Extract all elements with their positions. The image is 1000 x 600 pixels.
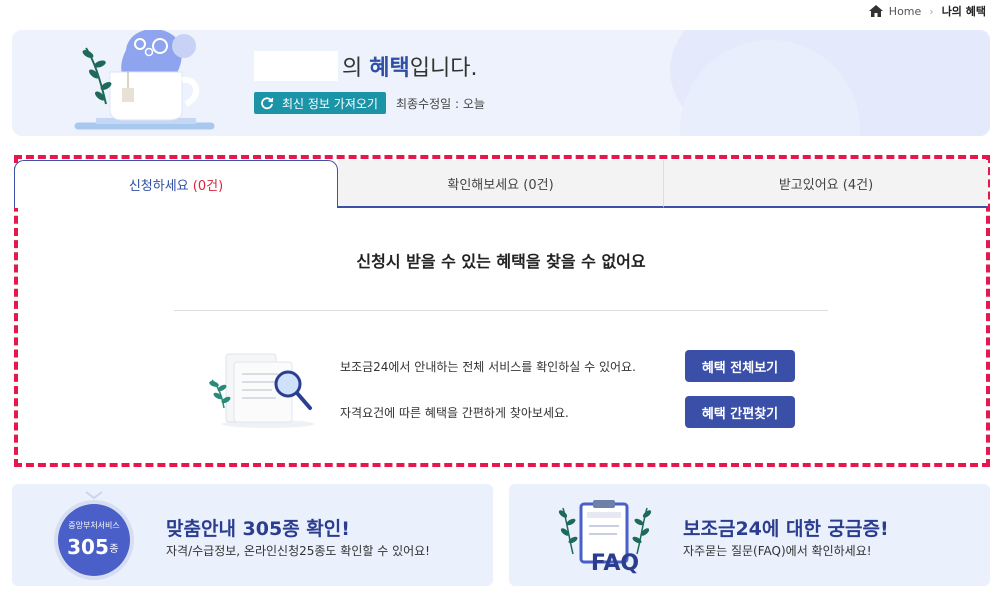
tab-count: (4건): [842, 177, 874, 193]
faq-card-subtitle: 자주묻는 질문(FAQ)에서 확인하세요!: [683, 544, 872, 558]
document-search-illustration: [209, 353, 314, 428]
badge-number: 305: [67, 535, 109, 559]
last-updated-text: 최종수정일 : 오늘: [395, 96, 485, 111]
home-icon[interactable]: [868, 5, 883, 17]
refresh-info-button[interactable]: 최신 정보 가져오기: [254, 92, 386, 114]
badge-top-text: 중앙부처서비스: [68, 520, 120, 530]
title-highlight: 혜택: [369, 56, 410, 81]
page-title: 의 혜택입니다.: [254, 50, 477, 82]
tab-content: 신청시 받을 수 있는 혜택을 찾을 수 없어요 보조금24에서 안내하는 전체…: [14, 208, 988, 463]
benefit-tabs: 신청하세요 (0건) 확인해보세요 (0건) 받고있어요 (4건): [14, 160, 988, 208]
service-count-badge: 중앙부처서비스 305 종: [54, 491, 134, 580]
breadcrumb: Home › 나의 혜택: [868, 3, 986, 19]
guide-card-title: 맞춤안내 305종 확인!: [166, 518, 350, 540]
tab-apply[interactable]: 신청하세요 (0건): [14, 160, 338, 208]
faq-clipboard-illustration: FAQ: [558, 500, 652, 576]
info-all-services: 보조금24에서 안내하는 전체 서비스를 확인하실 수 있어요.: [340, 360, 636, 374]
guide-card-subtitle: 자격/수급정보, 온라인신청25종도 확인할 수 있어요!: [166, 544, 430, 558]
info-easy-find: 자격요건에 따른 혜택을 간편하게 찾아보세요.: [340, 406, 569, 420]
tab-count: (0건): [523, 177, 554, 193]
chevron-right-icon: ›: [929, 4, 934, 18]
tab-check[interactable]: 확인해보세요 (0건): [338, 160, 664, 208]
divider: [174, 310, 828, 311]
tab-receiving[interactable]: 받고있어요 (4건): [664, 160, 988, 208]
easy-find-benefits-button[interactable]: 혜택 간편찾기: [685, 396, 795, 428]
teacup-illustration: [74, 30, 215, 130]
view-all-benefits-button[interactable]: 혜택 전체보기: [685, 350, 795, 382]
tab-count: (0건): [192, 179, 224, 194]
faq-card-title: 보조금24에 대한 궁금증!: [683, 518, 889, 540]
faq-label: FAQ: [591, 551, 639, 576]
refresh-icon: [261, 97, 274, 110]
faq-card[interactable]: FAQ 보조금24에 대한 궁금증! 자주묻는 질문(FAQ)에서 확인하세요!: [509, 484, 990, 586]
refresh-row: 최신 정보 가져오기 최종수정일 : 오늘: [254, 92, 485, 114]
empty-message: 신청시 받을 수 있는 혜택을 찾을 수 없어요: [356, 252, 646, 271]
user-name-redacted: [254, 51, 338, 81]
breadcrumb-current: 나의 혜택: [941, 5, 986, 18]
badge-unit: 종: [109, 543, 118, 555]
benefit-header-banner: 의 혜택입니다. 최신 정보 가져오기 최종수정일 : 오늘: [12, 30, 990, 136]
breadcrumb-home[interactable]: Home: [889, 5, 921, 18]
custom-guide-card[interactable]: 중앙부처서비스 305 종 맞춤안내 305종 확인! 자격/수급정보, 온라인…: [12, 484, 493, 586]
